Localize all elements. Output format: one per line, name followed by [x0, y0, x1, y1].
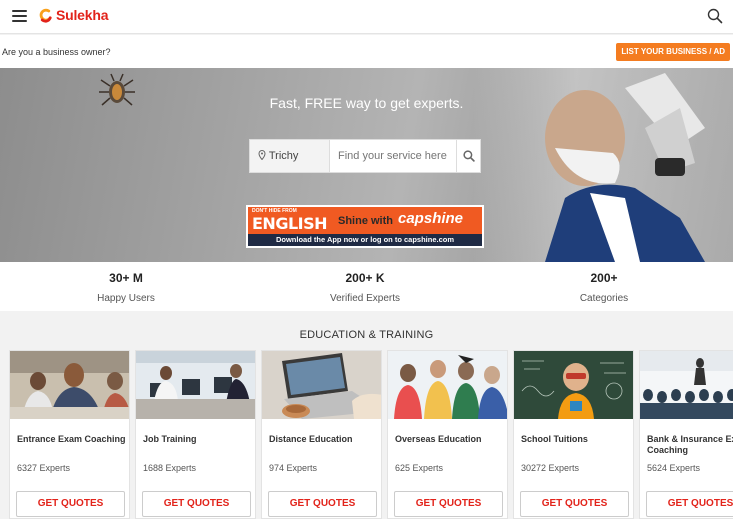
list-business-button[interactable]: LIST YOUR BUSINESS / AD: [616, 43, 730, 61]
category-card[interactable]: Job Training 1688 Experts GET QUOTES: [135, 350, 256, 519]
service-search-button[interactable]: [457, 139, 481, 173]
stat-label: Happy Users: [97, 293, 155, 304]
get-quotes-button[interactable]: GET QUOTES: [268, 491, 377, 517]
stat-value: 200+ K: [345, 271, 385, 285]
card-image: [388, 351, 507, 419]
card-experts-count: 1688 Experts: [143, 463, 197, 473]
category-card[interactable]: Entrance Exam Coaching 6327 Experts GET …: [9, 350, 130, 519]
get-quotes-button[interactable]: GET QUOTES: [16, 491, 125, 517]
card-image: [514, 351, 633, 419]
card-experts-count: 30272 Experts: [521, 463, 580, 473]
capshine-ad-banner[interactable]: DON'T HIDE FROM ENGLISH Shine with capsh…: [246, 205, 484, 248]
card-title: Bank & Insurance Exam Coaching: [647, 434, 733, 455]
top-bar: Sulekha: [0, 0, 733, 34]
get-quotes-button[interactable]: GET QUOTES: [646, 491, 733, 517]
card-image: [10, 351, 129, 419]
get-quotes-button[interactable]: GET QUOTES: [520, 491, 629, 517]
location-value: Trichy: [268, 150, 299, 162]
card-image: [640, 351, 733, 419]
search-icon[interactable]: [707, 8, 723, 24]
stats-bar: 30+ M Happy Users 200+ K Verified Expert…: [0, 262, 733, 311]
card-image: [136, 351, 255, 419]
sulekha-logo-icon: [39, 8, 52, 23]
banner-bottom-text: Download the App now or log on to capshi…: [248, 234, 482, 246]
card-experts-count: 6327 Experts: [17, 463, 71, 473]
business-owner-question: Are you a business owner?: [2, 47, 111, 57]
get-quotes-button[interactable]: GET QUOTES: [142, 491, 251, 517]
stat-value: 200+: [590, 271, 618, 285]
hamburger-menu-icon[interactable]: [12, 10, 27, 22]
hero-section: Fast, FREE way to get experts. Trichy DO…: [0, 68, 733, 262]
banner-english-text: ENGLISH: [252, 214, 328, 233]
brand-name: Sulekha: [56, 7, 109, 23]
stat-label: Categories: [579, 293, 629, 304]
service-search-input[interactable]: [330, 139, 457, 173]
card-title: Distance Education: [269, 434, 353, 444]
location-pin-icon: [258, 149, 266, 161]
card-image: [262, 351, 381, 419]
card-title: School Tuitions: [521, 434, 588, 444]
card-title: Job Training: [143, 434, 197, 444]
stat-happy-users: 30+ M Happy Users: [4, 262, 248, 304]
category-card[interactable]: Bank & Insurance Exam Coaching 5624 Expe…: [639, 350, 733, 519]
card-experts-count: 974 Experts: [269, 463, 318, 473]
banner-top: DON'T HIDE FROM ENGLISH Shine with capsh…: [248, 207, 482, 234]
hero-title: Fast, FREE way to get experts.: [269, 95, 464, 111]
location-selector[interactable]: Trichy: [249, 139, 330, 173]
card-experts-count: 5624 Experts: [647, 463, 701, 473]
banner-shine-text: Shine with: [338, 215, 393, 227]
stat-categories: 200+ Categories: [482, 262, 726, 304]
business-owner-bar: Are you a business owner? LIST YOUR BUSI…: [0, 35, 733, 68]
search-icon: [463, 150, 475, 162]
sulekha-logo[interactable]: Sulekha: [38, 7, 108, 23]
section-heading: EDUCATION & TRAINING: [299, 329, 434, 341]
card-title: Entrance Exam Coaching: [17, 434, 126, 444]
card-experts-count: 625 Experts: [395, 463, 444, 473]
stat-label: Verified Experts: [329, 293, 401, 304]
card-title: Overseas Education: [395, 434, 482, 444]
category-card[interactable]: Overseas Education 625 Experts GET QUOTE…: [387, 350, 508, 519]
stat-verified-experts: 200+ K Verified Experts: [243, 262, 487, 304]
banner-brand-text: capshine: [398, 210, 464, 227]
category-card[interactable]: Distance Education 974 Experts GET QUOTE…: [261, 350, 382, 519]
get-quotes-button[interactable]: GET QUOTES: [394, 491, 503, 517]
category-card[interactable]: School Tuitions 30272 Experts GET QUOTES: [513, 350, 634, 519]
stat-value: 30+ M: [109, 271, 143, 285]
